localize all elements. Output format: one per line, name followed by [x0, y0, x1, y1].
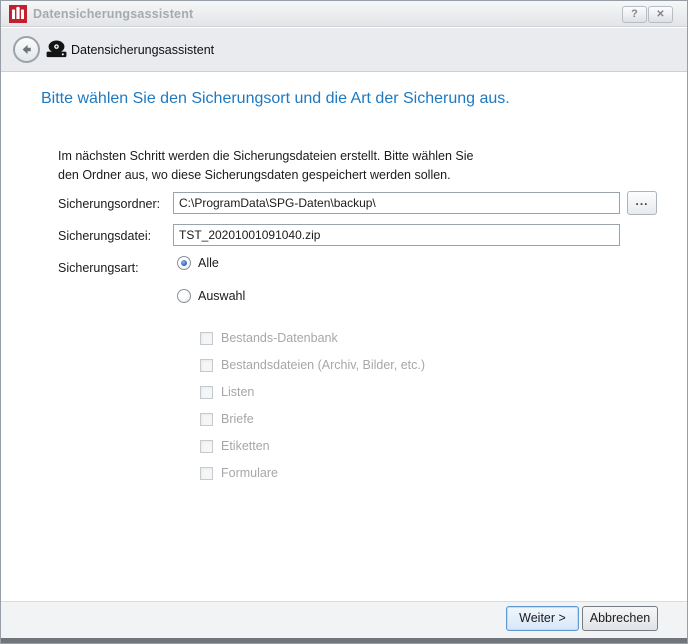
radio-label: Auswahl — [198, 289, 245, 303]
category-row-listen[interactable]: Listen — [200, 385, 254, 399]
backup-folder-input[interactable] — [173, 192, 620, 214]
checkbox-icon[interactable] — [200, 332, 213, 345]
intro-text: Im nächsten Schritt werden die Sicherung… — [58, 147, 474, 185]
radio-label: Alle — [198, 256, 219, 270]
category-label: Bestandsdateien (Archiv, Bilder, etc.) — [221, 358, 425, 372]
backup-file-label: Sicherungsdatei: — [58, 229, 151, 243]
cancel-button[interactable]: Abbrechen — [582, 606, 658, 631]
radio-unselected-icon[interactable] — [177, 289, 191, 303]
title-bar: Datensicherungsassistent ? ✕ — [1, 1, 687, 27]
help-button[interactable]: ? — [622, 6, 647, 23]
category-row-bestands-datenbank[interactable]: Bestands-Datenbank — [200, 331, 338, 345]
category-label: Etiketten — [221, 439, 270, 453]
radio-option-auswahl[interactable]: Auswahl — [177, 289, 245, 303]
backup-folder-label: Sicherungsordner: — [58, 197, 160, 211]
backup-type-label: Sicherungsart: — [58, 261, 139, 275]
category-label: Briefe — [221, 412, 254, 426]
page-title: Bitte wählen Sie den Sicherungsort und d… — [41, 90, 510, 108]
category-label: Listen — [221, 385, 254, 399]
back-button[interactable] — [13, 36, 40, 63]
app-logo-icon — [9, 5, 27, 23]
checkbox-icon[interactable] — [200, 413, 213, 426]
next-button[interactable]: Weiter > — [506, 606, 579, 631]
intro-line-1: Im nächsten Schritt werden die Sicherung… — [58, 147, 474, 166]
backup-wizard-window: Datensicherungsassistent ? ✕ Datensicher… — [0, 0, 688, 644]
category-row-etiketten[interactable]: Etiketten — [200, 439, 270, 453]
category-label: Bestands-Datenbank — [221, 331, 338, 345]
category-label: Formulare — [221, 466, 278, 480]
category-row-briefe[interactable]: Briefe — [200, 412, 254, 426]
category-row-bestandsdateien[interactable]: Bestandsdateien (Archiv, Bilder, etc.) — [200, 358, 425, 372]
checkbox-icon[interactable] — [200, 386, 213, 399]
backup-drive-icon — [46, 39, 67, 60]
wizard-header-title: Datensicherungsassistent — [71, 43, 214, 57]
browse-folder-button[interactable]: ... — [627, 191, 657, 215]
backup-file-input[interactable] — [173, 224, 620, 246]
intro-line-2: den Ordner aus, wo diese Sicherungsdaten… — [58, 166, 474, 185]
checkbox-icon[interactable] — [200, 440, 213, 453]
checkbox-icon[interactable] — [200, 467, 213, 480]
window-bottom-border — [1, 638, 687, 643]
radio-option-alle[interactable]: Alle — [177, 256, 219, 270]
window-title: Datensicherungsassistent — [33, 7, 193, 21]
wizard-header: Datensicherungsassistent — [1, 28, 687, 72]
arrow-left-icon — [18, 41, 35, 58]
close-button[interactable]: ✕ — [648, 6, 673, 23]
category-row-formulare[interactable]: Formulare — [200, 466, 278, 480]
radio-selected-icon[interactable] — [177, 256, 191, 270]
checkbox-icon[interactable] — [200, 359, 213, 372]
